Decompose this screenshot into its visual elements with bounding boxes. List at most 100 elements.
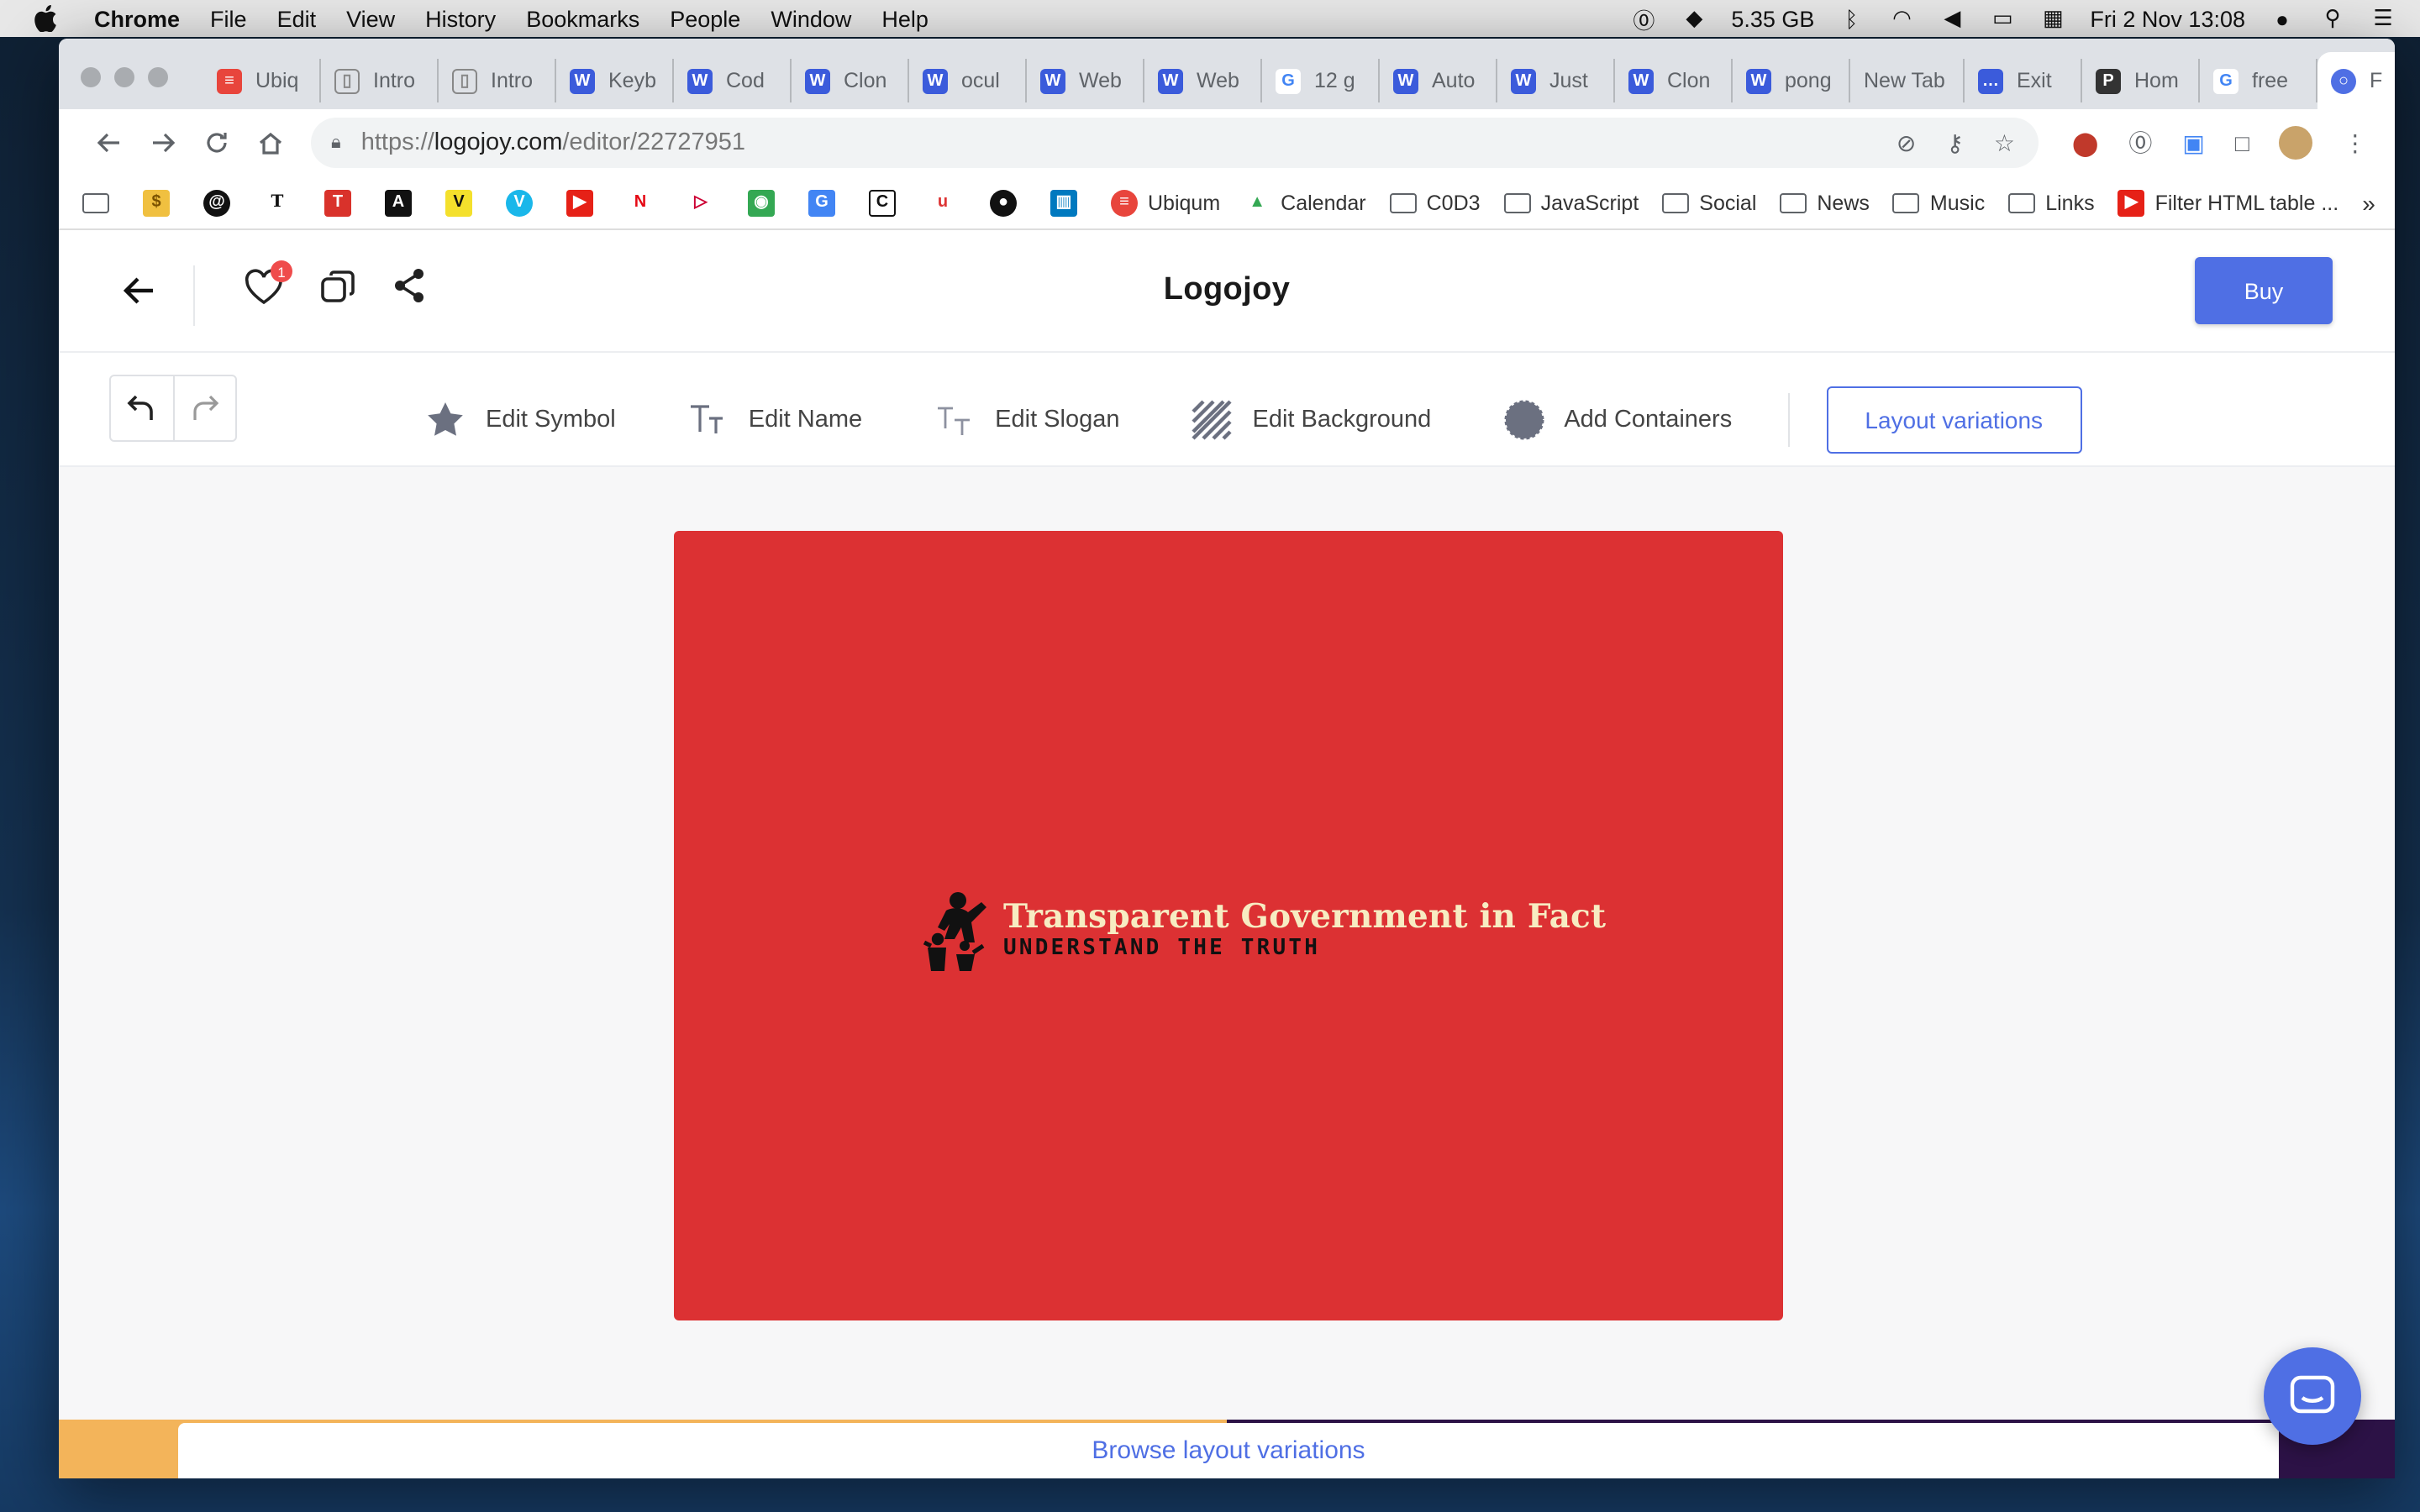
buy-button[interactable]: Buy: [2195, 257, 2333, 324]
bookmark-javascript[interactable]: JavaScript: [1503, 191, 1639, 214]
browser-tab[interactable]: ≡ Ubiq: [203, 59, 321, 102]
chrome-menu-icon[interactable]: ⋮: [2344, 129, 2367, 157]
menu-history[interactable]: History: [425, 6, 496, 31]
menu-help[interactable]: Help: [881, 6, 929, 31]
browser-tab[interactable]: ▯ Intro: [321, 59, 439, 102]
bookmark-folder-icon-only[interactable]: [82, 192, 119, 213]
bookmark-music[interactable]: Music: [1892, 191, 1985, 214]
bookmark-v-icon[interactable]: V: [445, 189, 482, 216]
menu-people[interactable]: People: [670, 6, 740, 31]
browser-tab[interactable]: W Clon: [792, 59, 909, 102]
back-icon[interactable]: [82, 119, 136, 166]
menu-edit[interactable]: Edit: [277, 6, 317, 31]
family-symbol-icon[interactable]: [923, 890, 993, 971]
bookmark-a-icon[interactable]: A: [385, 189, 422, 216]
bookmark-vimeo-badge-icon[interactable]: V: [506, 189, 543, 216]
browser-tab[interactable]: Wpong: [1733, 59, 1850, 102]
bookmark-u-icon[interactable]: u: [929, 189, 966, 216]
menu-file[interactable]: File: [210, 6, 247, 31]
bookmark-maps-icon[interactable]: ◉: [748, 189, 785, 216]
bookmark-trello-icon[interactable]: ▥: [1050, 189, 1087, 216]
siri-icon[interactable]: ●: [2269, 5, 2296, 32]
clock[interactable]: Fri 2 Nov 13:08: [2090, 6, 2245, 31]
browser-tab[interactable]: G 12 g: [1262, 59, 1380, 102]
logo-lockup[interactable]: Transparent Government in Fact UNDERSTAN…: [923, 890, 1606, 971]
bluetooth-icon[interactable]: ᛒ: [1838, 5, 1865, 32]
onepassword-extension-icon[interactable]: ⓪: [2128, 126, 2152, 160]
logo-slogan[interactable]: UNDERSTAND THE TRUTH: [1003, 936, 1606, 963]
layout-variations-button[interactable]: Layout variations: [1826, 386, 2082, 454]
bookmark-netflix-icon[interactable]: N: [627, 189, 664, 216]
browser-tab[interactable]: … Exit: [1965, 59, 2082, 102]
bookmark-translate-icon[interactable]: G: [808, 189, 845, 216]
bookmark-economist-icon[interactable]: @: [203, 189, 240, 216]
add-containers-button[interactable]: Add Containers: [1503, 400, 1732, 440]
browser-tab[interactable]: ○F✕: [2317, 52, 2395, 109]
bookmark-c-icon[interactable]: C: [869, 189, 906, 216]
wifi-icon[interactable]: ◠: [1888, 5, 1915, 32]
spotlight-search-icon[interactable]: ⚲: [2319, 5, 2346, 32]
forward-icon[interactable]: [136, 119, 190, 166]
browse-layout-variations-link[interactable]: Browse layout variations: [178, 1423, 2279, 1478]
extension-square-icon[interactable]: □: [2235, 129, 2249, 156]
translate-extension-icon[interactable]: ▣: [2182, 129, 2204, 157]
zoom-window-button[interactable]: [148, 67, 168, 87]
bookmarks-overflow-chevron-icon[interactable]: »: [2362, 189, 2395, 216]
browser-tab[interactable]: ▯ Intro: [439, 59, 556, 102]
browser-tab[interactable]: New Tab: [1850, 59, 1965, 102]
bookmark-social[interactable]: Social: [1662, 191, 1756, 214]
close-window-button[interactable]: [81, 67, 101, 87]
dropbox-icon[interactable]: ◆: [1681, 5, 1707, 32]
key-icon[interactable]: ⚷: [1946, 129, 1964, 157]
browser-tab[interactable]: W Keyb: [556, 59, 674, 102]
browser-tab[interactable]: Wocul: [909, 59, 1027, 102]
battery-icon[interactable]: ▭: [1989, 5, 2016, 32]
menu-view[interactable]: View: [346, 6, 395, 31]
browser-tab[interactable]: W Just: [1497, 59, 1615, 102]
menu-window[interactable]: Window: [771, 6, 851, 31]
browser-tab[interactable]: W Cod: [674, 59, 792, 102]
minimize-window-button[interactable]: [114, 67, 134, 87]
undo-icon[interactable]: [111, 376, 174, 440]
home-icon[interactable]: [244, 119, 297, 166]
menu-bookmarks[interactable]: Bookmarks: [526, 6, 639, 31]
browser-tab[interactable]: W Auto: [1380, 59, 1497, 102]
bookmark-news[interactable]: News: [1780, 191, 1870, 214]
browser-tab[interactable]: W Web: [1144, 59, 1262, 102]
edit-slogan-button[interactable]: Edit Slogan: [934, 400, 1120, 440]
onepassword-icon[interactable]: ⓪: [1630, 5, 1657, 33]
edit-symbol-button[interactable]: Edit Symbol: [425, 400, 616, 440]
bookmark-c0d3[interactable]: C0D3: [1389, 191, 1481, 214]
bookmark-moneybag-icon[interactable]: $: [143, 189, 180, 216]
bookmark-youtube-icon[interactable]: ▶: [566, 189, 603, 216]
bookmark-links[interactable]: Links: [2008, 191, 2095, 214]
logo-canvas[interactable]: Transparent Government in Fact UNDERSTAN…: [674, 531, 1783, 1320]
browser-tab[interactable]: P Hom: [2082, 59, 2200, 102]
bookmark-filter-html-table[interactable]: ▶ Filter HTML table ...: [2118, 189, 2338, 216]
bookmark-calendar[interactable]: ▲ Calendar: [1244, 189, 1366, 216]
reload-icon[interactable]: [190, 119, 244, 166]
profile-avatar[interactable]: [2279, 126, 2313, 160]
chat-launcher-icon[interactable]: [2264, 1347, 2361, 1445]
blocked-cookies-icon[interactable]: ⊘: [1897, 129, 1916, 157]
logo-company-name[interactable]: Transparent Government in Fact: [1003, 898, 1606, 936]
browser-tab[interactable]: Gfree: [2200, 59, 2317, 102]
storage-readout[interactable]: 5.35 GB: [1731, 6, 1814, 31]
browser-tab[interactable]: W Web: [1027, 59, 1144, 102]
menu-app-name[interactable]: Chrome: [94, 6, 180, 31]
bookmark-t-icon[interactable]: T: [324, 189, 361, 216]
bookmark-nyt-icon[interactable]: T: [264, 189, 301, 216]
apple-icon[interactable]: [34, 5, 57, 32]
bookmark-play-icon[interactable]: ▷: [687, 189, 724, 216]
edit-background-button[interactable]: Edit Background: [1192, 400, 1431, 440]
lock-icon[interactable]: 🔒︎: [331, 132, 341, 154]
bookmark-star-icon[interactable]: ☆: [1994, 129, 2015, 157]
edit-name-button[interactable]: Edit Name: [688, 400, 862, 440]
logo-text[interactable]: Transparent Government in Fact UNDERSTAN…: [1003, 898, 1606, 963]
volume-icon[interactable]: ◀: [1939, 5, 1965, 32]
notification-center-icon[interactable]: ☰: [2370, 5, 2396, 32]
address-bar[interactable]: 🔒︎ https://logojoy.com/editor/22727951 ⊘…: [311, 118, 2039, 168]
bookmark-github-icon[interactable]: ●: [990, 189, 1027, 216]
bookmark-ubiqum[interactable]: ≡ Ubiqum: [1111, 189, 1220, 216]
adblock-extension-icon[interactable]: ⬤: [2072, 129, 2098, 157]
